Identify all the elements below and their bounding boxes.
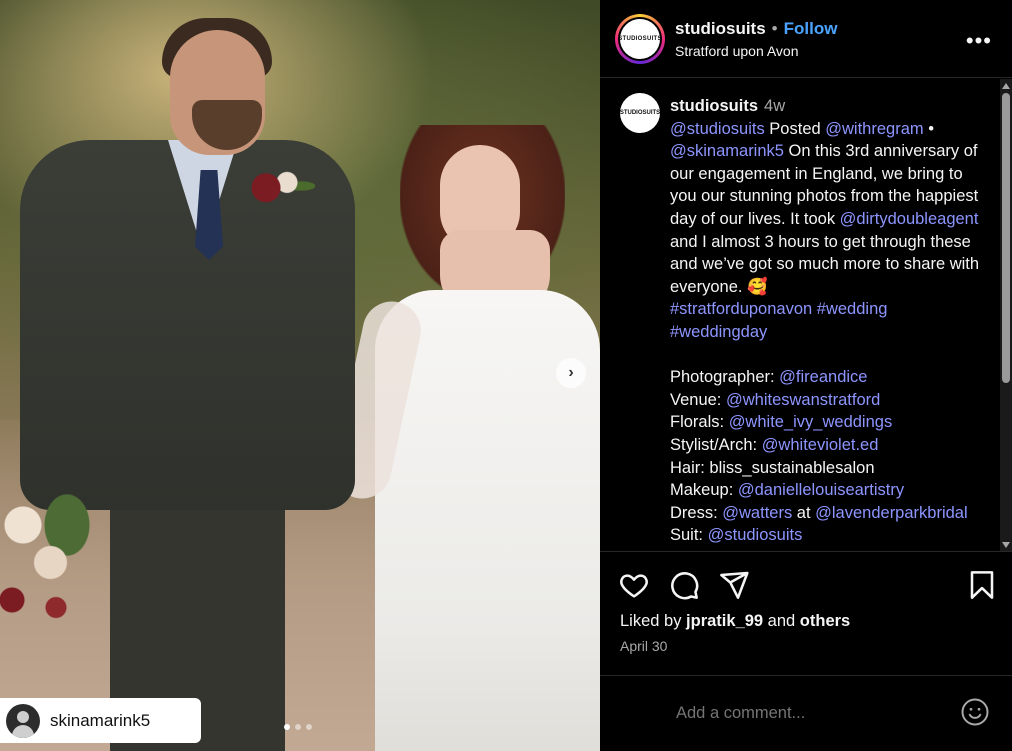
post-location[interactable]: Stratford upon Avon [675, 43, 837, 59]
credit-link[interactable]: @watters [722, 504, 792, 522]
post-photo[interactable]: › skinamarink5 [0, 0, 600, 751]
user-tag[interactable]: skinamarink5 [0, 698, 201, 743]
credit-link[interactable]: @lavenderparkbridal [815, 504, 968, 522]
credit-link[interactable]: @fireandice [779, 368, 867, 386]
share-icon[interactable] [718, 569, 750, 601]
credit-link[interactable]: @white_ivy_weddings [729, 413, 893, 431]
credit-link[interactable]: @studiosuits [708, 526, 803, 544]
credit-label: Hair: [670, 458, 710, 477]
scrollbar[interactable] [1000, 79, 1012, 551]
credit-link[interactable]: @whiteviolet.ed [762, 436, 879, 454]
carousel-dot [284, 724, 290, 730]
scrollbar-thumb[interactable] [1002, 93, 1010, 383]
scroll-down-arrow-icon[interactable] [1002, 542, 1010, 548]
scroll-up-arrow-icon[interactable] [1002, 83, 1010, 89]
mention-link[interactable]: @withregram [825, 120, 923, 138]
carousel-dot [295, 724, 301, 730]
bookmark-icon[interactable] [966, 569, 998, 601]
carousel-indicator [284, 724, 312, 730]
liked-by-user[interactable]: jpratik_99 [686, 612, 763, 630]
action-bar [600, 563, 1012, 607]
heart-icon[interactable] [618, 569, 650, 601]
credit-label: Stylist/Arch: [670, 435, 762, 454]
caption-avatar[interactable]: STUDIOSUITS [620, 93, 660, 133]
carousel-dot [306, 724, 312, 730]
post-header: STUDIOSUITS studiosuits • Follow Stratfo… [600, 0, 1012, 78]
comment-bar [600, 675, 1012, 751]
caption-scroll-area[interactable]: STUDIOSUITS studiosuits 4w @studiosuits P… [600, 79, 1012, 552]
bouquet [0, 480, 100, 630]
mention-link[interactable]: @studiosuits [670, 120, 765, 138]
post-details-panel: STUDIOSUITS studiosuits • Follow Stratfo… [600, 0, 1012, 751]
credit-label: Makeup: [670, 481, 738, 500]
comment-icon[interactable] [668, 569, 700, 601]
credit-label: Suit: [670, 526, 708, 545]
mention-link[interactable]: @dirtydoubleagent [840, 210, 979, 228]
credit-link[interactable]: @daniellelouiseartistry [738, 481, 904, 499]
caption-username[interactable]: studiosuits [670, 97, 758, 115]
carousel-next-button[interactable]: › [556, 358, 586, 388]
credit-value: bliss_sustainablesalon [709, 458, 875, 477]
credit-link[interactable]: @whiteswanstratford [726, 391, 880, 409]
hashtag-link[interactable]: #weddingday [670, 323, 767, 341]
caption-text: studiosuits 4w @studiosuits Posted @withr… [670, 97, 980, 545]
credit-label: Florals: [670, 413, 729, 432]
chevron-right-icon: › [568, 364, 574, 381]
hashtag-link[interactable]: #stratforduponavon [670, 300, 812, 318]
caption-body: and I almost 3 hours to get through thes… [670, 232, 980, 296]
follow-button[interactable]: Follow [784, 19, 838, 39]
credit-label: Dress: [670, 503, 723, 522]
likes-summary[interactable]: Liked by jpratik_99 and others [620, 612, 850, 631]
credit-label: Venue: [670, 390, 726, 409]
header-username[interactable]: studiosuits [675, 19, 766, 39]
tagged-username: skinamarink5 [50, 710, 151, 730]
more-options-icon[interactable]: ••• [966, 28, 992, 54]
separator-dot: • [771, 18, 778, 38]
comment-input[interactable] [676, 704, 936, 723]
credit-label: Photographer: [670, 368, 780, 387]
smiley-icon[interactable] [960, 697, 990, 727]
likes-others-link[interactable]: others [800, 612, 850, 630]
story-ring[interactable]: STUDIOSUITS [615, 13, 665, 64]
post-date: April 30 [620, 638, 668, 654]
boutonniere [245, 168, 315, 204]
post-time: 4w [764, 97, 786, 115]
mention-link[interactable]: @skinamarink5 [670, 142, 784, 160]
profile-avatar: STUDIOSUITS [618, 18, 662, 59]
avatar [6, 703, 40, 738]
hashtag-link[interactable]: #wedding [817, 300, 888, 318]
